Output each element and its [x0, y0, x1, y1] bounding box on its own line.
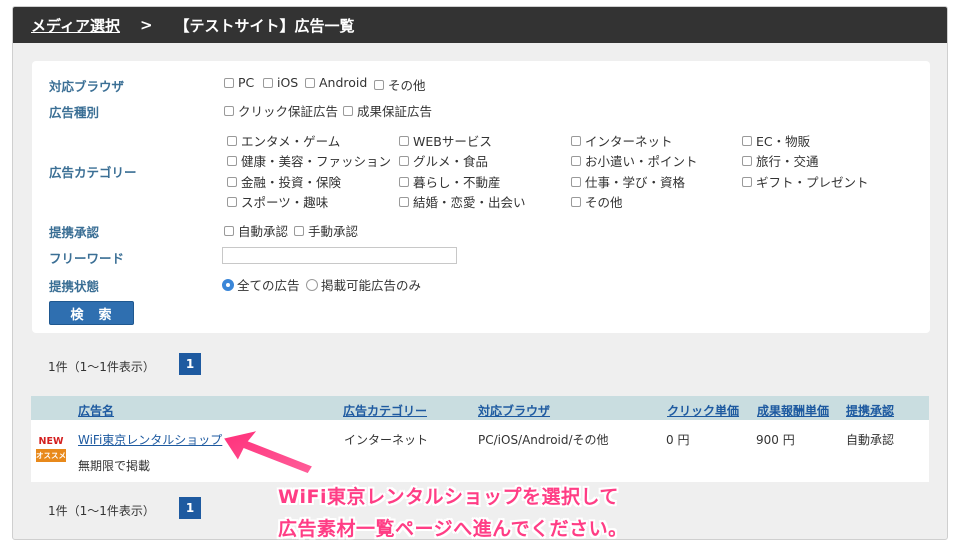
status-option-available[interactable]: 掲載可能広告のみ	[306, 275, 421, 294]
category-option[interactable]: お小遣い・ポイント	[571, 151, 698, 170]
category-option[interactable]: 旅行・交通	[742, 151, 819, 170]
browser-option-pc[interactable]: PC	[224, 75, 254, 90]
browser-option-other[interactable]: その他	[374, 75, 426, 94]
page-title: 【テストサイト】広告一覧	[174, 16, 355, 35]
category-option[interactable]: グルメ・食品	[399, 151, 488, 170]
checkbox-icon	[399, 196, 409, 207]
category-option[interactable]: 仕事・学び・資格	[571, 172, 685, 191]
ad-type-option-result[interactable]: 成果保証広告	[343, 101, 432, 120]
checkbox-icon	[571, 155, 581, 166]
checkbox-icon	[374, 79, 384, 90]
category-option[interactable]: 結婚・恋愛・出会い	[399, 192, 526, 211]
freeword-input[interactable]	[222, 247, 457, 264]
checkbox-icon	[399, 155, 409, 166]
result-count-bottom: 1件（1〜1件表示）	[48, 504, 155, 518]
checkbox-icon	[571, 135, 581, 146]
checkbox-icon	[742, 135, 752, 146]
checkbox-icon	[742, 155, 752, 166]
breadcrumb-separator: >	[139, 16, 153, 34]
approval-filter-label: 提携承認	[49, 225, 100, 240]
callout-line-1: WiFi東京レンタルショップを選択して	[278, 486, 619, 508]
new-recommend-badge: NEW オススメ	[36, 436, 66, 462]
checkbox-icon	[227, 155, 237, 166]
checkbox-icon	[224, 225, 234, 236]
category-option[interactable]: 金融・投資・保険	[227, 172, 341, 191]
column-category[interactable]: 広告カテゴリー	[343, 402, 427, 419]
ad-reward-price: 900 円	[756, 433, 795, 447]
checkbox-icon	[571, 196, 581, 207]
column-approval[interactable]: 提携承認	[846, 402, 894, 419]
checkbox-icon	[227, 135, 237, 146]
freeword-label: フリーワード	[49, 251, 125, 266]
category-option[interactable]: 暮らし・不動産	[399, 172, 501, 191]
approval-option-auto[interactable]: 自動承認	[224, 221, 288, 240]
ad-type-filter-label: 広告種別	[49, 105, 100, 120]
column-reward-price[interactable]: 成果報酬単価	[757, 402, 829, 419]
checkbox-icon	[294, 225, 304, 236]
category-option[interactable]: WEBサービス	[399, 131, 492, 150]
approval-option-manual[interactable]: 手動承認	[294, 221, 358, 240]
column-ad-name[interactable]: 広告名	[78, 402, 114, 419]
ad-category: インターネット	[344, 433, 429, 447]
ad-name-link[interactable]: WiFi東京レンタルショップ	[78, 431, 222, 448]
browser-option-android[interactable]: Android	[305, 75, 367, 90]
checkbox-icon	[742, 176, 752, 187]
ad-click-price: 0 円	[666, 433, 690, 447]
category-option[interactable]: EC・物販	[742, 131, 810, 150]
checkbox-icon	[227, 196, 237, 207]
callout-line-2: 広告素材一覧ページへ進んでください。	[278, 518, 628, 540]
checkbox-icon	[305, 77, 315, 88]
table-row: WiFi東京レンタルショップ 無期限で掲載 インターネット PC/iOS/And…	[31, 420, 929, 482]
checkbox-icon	[224, 105, 234, 116]
search-button[interactable]: 検 索	[49, 301, 134, 325]
column-browser[interactable]: 対応ブラウザ	[478, 402, 550, 419]
browser-filter-label: 対応ブラウザ	[49, 79, 125, 94]
recommend-badge-text: オススメ	[36, 449, 66, 462]
ad-period: 無期限で掲載	[78, 459, 151, 473]
checkbox-icon	[399, 176, 409, 187]
radio-icon	[306, 278, 318, 291]
ad-approval: 自動承認	[846, 433, 895, 447]
checkbox-icon	[227, 176, 237, 187]
category-option[interactable]: 健康・美容・ファッション	[227, 151, 391, 170]
search-panel: 対応ブラウザ PC iOS Android その他 広告種別 クリック保証広告 …	[32, 61, 930, 333]
page-button-bottom[interactable]: 1	[179, 497, 201, 519]
checkbox-icon	[399, 135, 409, 146]
results-table-header: 広告名 広告カテゴリー 対応ブラウザ クリック単価 成果報酬単価 提携承認	[31, 396, 929, 420]
column-click-price[interactable]: クリック単価	[667, 402, 739, 419]
checkbox-icon	[343, 105, 353, 116]
category-option[interactable]: ギフト・プレゼント	[742, 172, 869, 191]
new-badge-text: NEW	[38, 436, 64, 447]
ad-browser: PC/iOS/Android/その他	[478, 433, 609, 447]
result-count-top: 1件（1〜1件表示）	[48, 360, 155, 374]
status-filter-label: 提携状態	[49, 279, 100, 294]
category-option[interactable]: その他	[571, 192, 623, 211]
checkbox-icon	[571, 176, 581, 187]
category-option[interactable]: インターネット	[571, 131, 673, 150]
category-option[interactable]: エンタメ・ゲーム	[227, 131, 340, 150]
breadcrumb-media-select-link[interactable]: メディア選択	[31, 15, 120, 36]
checkbox-icon	[263, 77, 273, 88]
checkbox-icon	[224, 77, 234, 88]
breadcrumb: メディア選択 > 【テストサイト】広告一覧	[13, 7, 947, 43]
page-button-top[interactable]: 1	[179, 353, 201, 375]
status-option-all[interactable]: 全ての広告	[222, 275, 300, 294]
browser-option-ios[interactable]: iOS	[263, 75, 298, 90]
category-filter-label: 広告カテゴリー	[49, 165, 137, 180]
radio-selected-icon	[222, 278, 234, 291]
category-option[interactable]: スポーツ・趣味	[227, 192, 328, 211]
ad-type-option-click[interactable]: クリック保証広告	[224, 101, 338, 120]
